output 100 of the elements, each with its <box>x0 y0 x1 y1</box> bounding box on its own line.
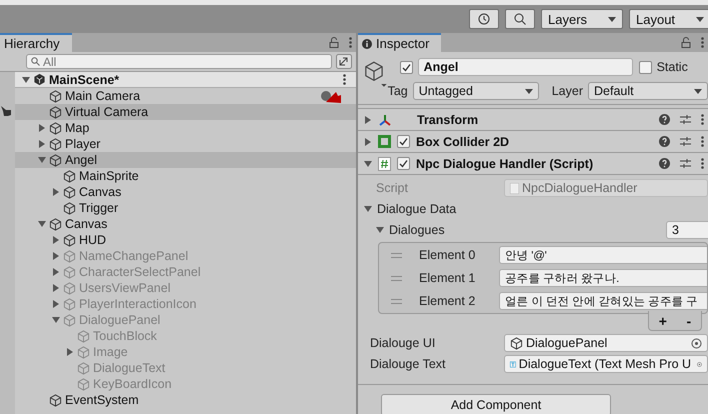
expanded-arrow-icon[interactable] <box>364 160 372 168</box>
expand-window-icon[interactable] <box>336 54 352 69</box>
cube-icon <box>77 330 90 342</box>
layout-dropdown[interactable]: Layout <box>629 9 708 29</box>
drag-handle-icon[interactable] <box>391 298 402 304</box>
more-icon[interactable] <box>701 37 704 48</box>
tag-dropdown[interactable]: Untagged <box>412 82 539 100</box>
dropdown-arrow-icon <box>608 16 616 22</box>
object-name: Angel <box>65 153 97 167</box>
expanded-arrow-icon[interactable] <box>364 205 372 213</box>
property-label: Dialouge UI <box>370 336 436 350</box>
drag-handle-icon[interactable] <box>391 252 402 258</box>
hierarchy-row[interactable]: Trigger <box>15 200 356 216</box>
object-name: Virtual Camera <box>65 105 148 119</box>
cube-icon <box>510 336 523 350</box>
scene-name: MainScene* <box>49 72 120 86</box>
hierarchy-row[interactable]: Canvas <box>15 184 356 200</box>
element-label: Element 0 <box>419 248 476 262</box>
script-field: NpcDialogueHandler <box>504 179 708 197</box>
object-picker-icon[interactable] <box>691 338 702 348</box>
help-icon[interactable] <box>659 136 670 147</box>
history-icon <box>478 13 490 25</box>
static-checkbox[interactable] <box>638 60 652 74</box>
info-icon <box>362 38 372 48</box>
remove-button[interactable]: - <box>682 312 696 328</box>
lock-icon[interactable] <box>329 37 339 48</box>
collapsed-arrow-icon[interactable] <box>364 138 372 146</box>
object-field[interactable]: DialoguePanel <box>504 334 708 352</box>
hierarchy-tab[interactable]: Hierarchy <box>0 33 72 52</box>
more-icon[interactable] <box>701 136 704 147</box>
object-name: Canvas <box>79 185 122 199</box>
add-component-button[interactable]: Add Component <box>381 394 611 414</box>
drag-handle-icon[interactable] <box>391 276 402 280</box>
object-name: Player <box>65 137 100 151</box>
enabled-checkbox[interactable] <box>397 157 410 170</box>
element-field[interactable]: 공주를 구하러 왔구나. <box>499 269 707 287</box>
cube-icon <box>63 250 76 262</box>
preset-icon[interactable] <box>680 158 691 169</box>
expanded-arrow-icon[interactable] <box>22 76 30 84</box>
more-icon[interactable] <box>343 74 346 85</box>
object-name: DialoguePanel <box>79 313 160 327</box>
collapsed-arrow-icon[interactable] <box>364 116 372 124</box>
element-field[interactable]: 얼른 이 던전 안에 갇혀있는 공주를 구 <box>499 292 707 310</box>
enabled-checkbox[interactable] <box>397 135 410 148</box>
inspector-tab[interactable]: Inspector <box>358 33 442 52</box>
more-icon[interactable] <box>701 114 704 125</box>
hierarchy-row[interactable]: Canvas <box>15 216 356 232</box>
layer-label: Layer <box>552 84 583 98</box>
search-icon <box>31 57 40 66</box>
name-field[interactable]: Angel <box>418 58 633 76</box>
help-icon[interactable] <box>659 114 670 125</box>
layer-dropdown[interactable]: Default <box>588 82 708 100</box>
cube-icon <box>49 90 62 102</box>
more-icon[interactable] <box>349 37 352 48</box>
active-checkbox[interactable] <box>400 60 413 74</box>
cube-icon <box>77 346 90 358</box>
history-button[interactable] <box>469 9 499 29</box>
search-icon <box>514 13 526 25</box>
element-field[interactable]: 안녕 '@' <box>499 246 707 264</box>
more-icon[interactable] <box>701 158 704 169</box>
object-name: EventSystem <box>65 393 139 407</box>
cube-icon <box>63 170 76 182</box>
cube-icon <box>63 298 76 310</box>
object-name: Canvas <box>65 217 108 231</box>
dropdown-arrow-icon <box>524 88 533 94</box>
collapsed-arrow-icon[interactable] <box>52 188 60 196</box>
hierarchy-row[interactable]: Map <box>15 120 356 136</box>
object-name: HUD <box>79 233 106 247</box>
object-name: UsersViewPanel <box>79 281 170 295</box>
hierarchy-row[interactable]: Main Camera <box>15 88 356 104</box>
hierarchy-row[interactable]: EventSystem <box>15 392 356 408</box>
search-button[interactable] <box>505 9 535 29</box>
expanded-arrow-icon[interactable] <box>38 156 46 164</box>
list-label[interactable]: Dialogues <box>389 223 445 237</box>
add-button[interactable]: + <box>654 312 671 328</box>
object-name: Map <box>65 121 90 135</box>
count-field[interactable]: 3 <box>666 221 708 239</box>
preset-icon[interactable] <box>680 114 691 125</box>
scene-row[interactable]: MainScene* <box>15 72 356 88</box>
object-field[interactable]: DialogueText (Text Mesh Pro U <box>504 355 708 373</box>
hierarchy-row[interactable]: Player <box>15 136 356 152</box>
component-name: Box Collider 2D <box>416 134 510 148</box>
preset-icon[interactable] <box>680 136 691 147</box>
object-name: Image <box>93 345 128 359</box>
expanded-arrow-icon[interactable] <box>376 226 384 234</box>
lock-icon[interactable] <box>681 37 691 48</box>
property-label: Script <box>376 181 408 195</box>
section-label[interactable]: Dialogue Data <box>377 202 456 216</box>
cube-icon <box>63 234 76 246</box>
help-icon[interactable] <box>659 158 670 169</box>
object-name: Main Camera <box>65 89 140 103</box>
component-name: Transform <box>417 112 480 126</box>
cube-icon <box>49 122 62 134</box>
hierarchy-row[interactable]: MainSprite <box>15 168 356 184</box>
expanded-arrow-icon[interactable] <box>38 220 46 228</box>
layers-dropdown[interactable]: Layers <box>541 9 623 29</box>
cube-icon <box>77 378 90 390</box>
hierarchy-row[interactable]: HUD <box>15 232 356 248</box>
object-name: TouchBlock <box>93 329 157 343</box>
hierarchy-row[interactable]: Angel <box>15 152 356 168</box>
